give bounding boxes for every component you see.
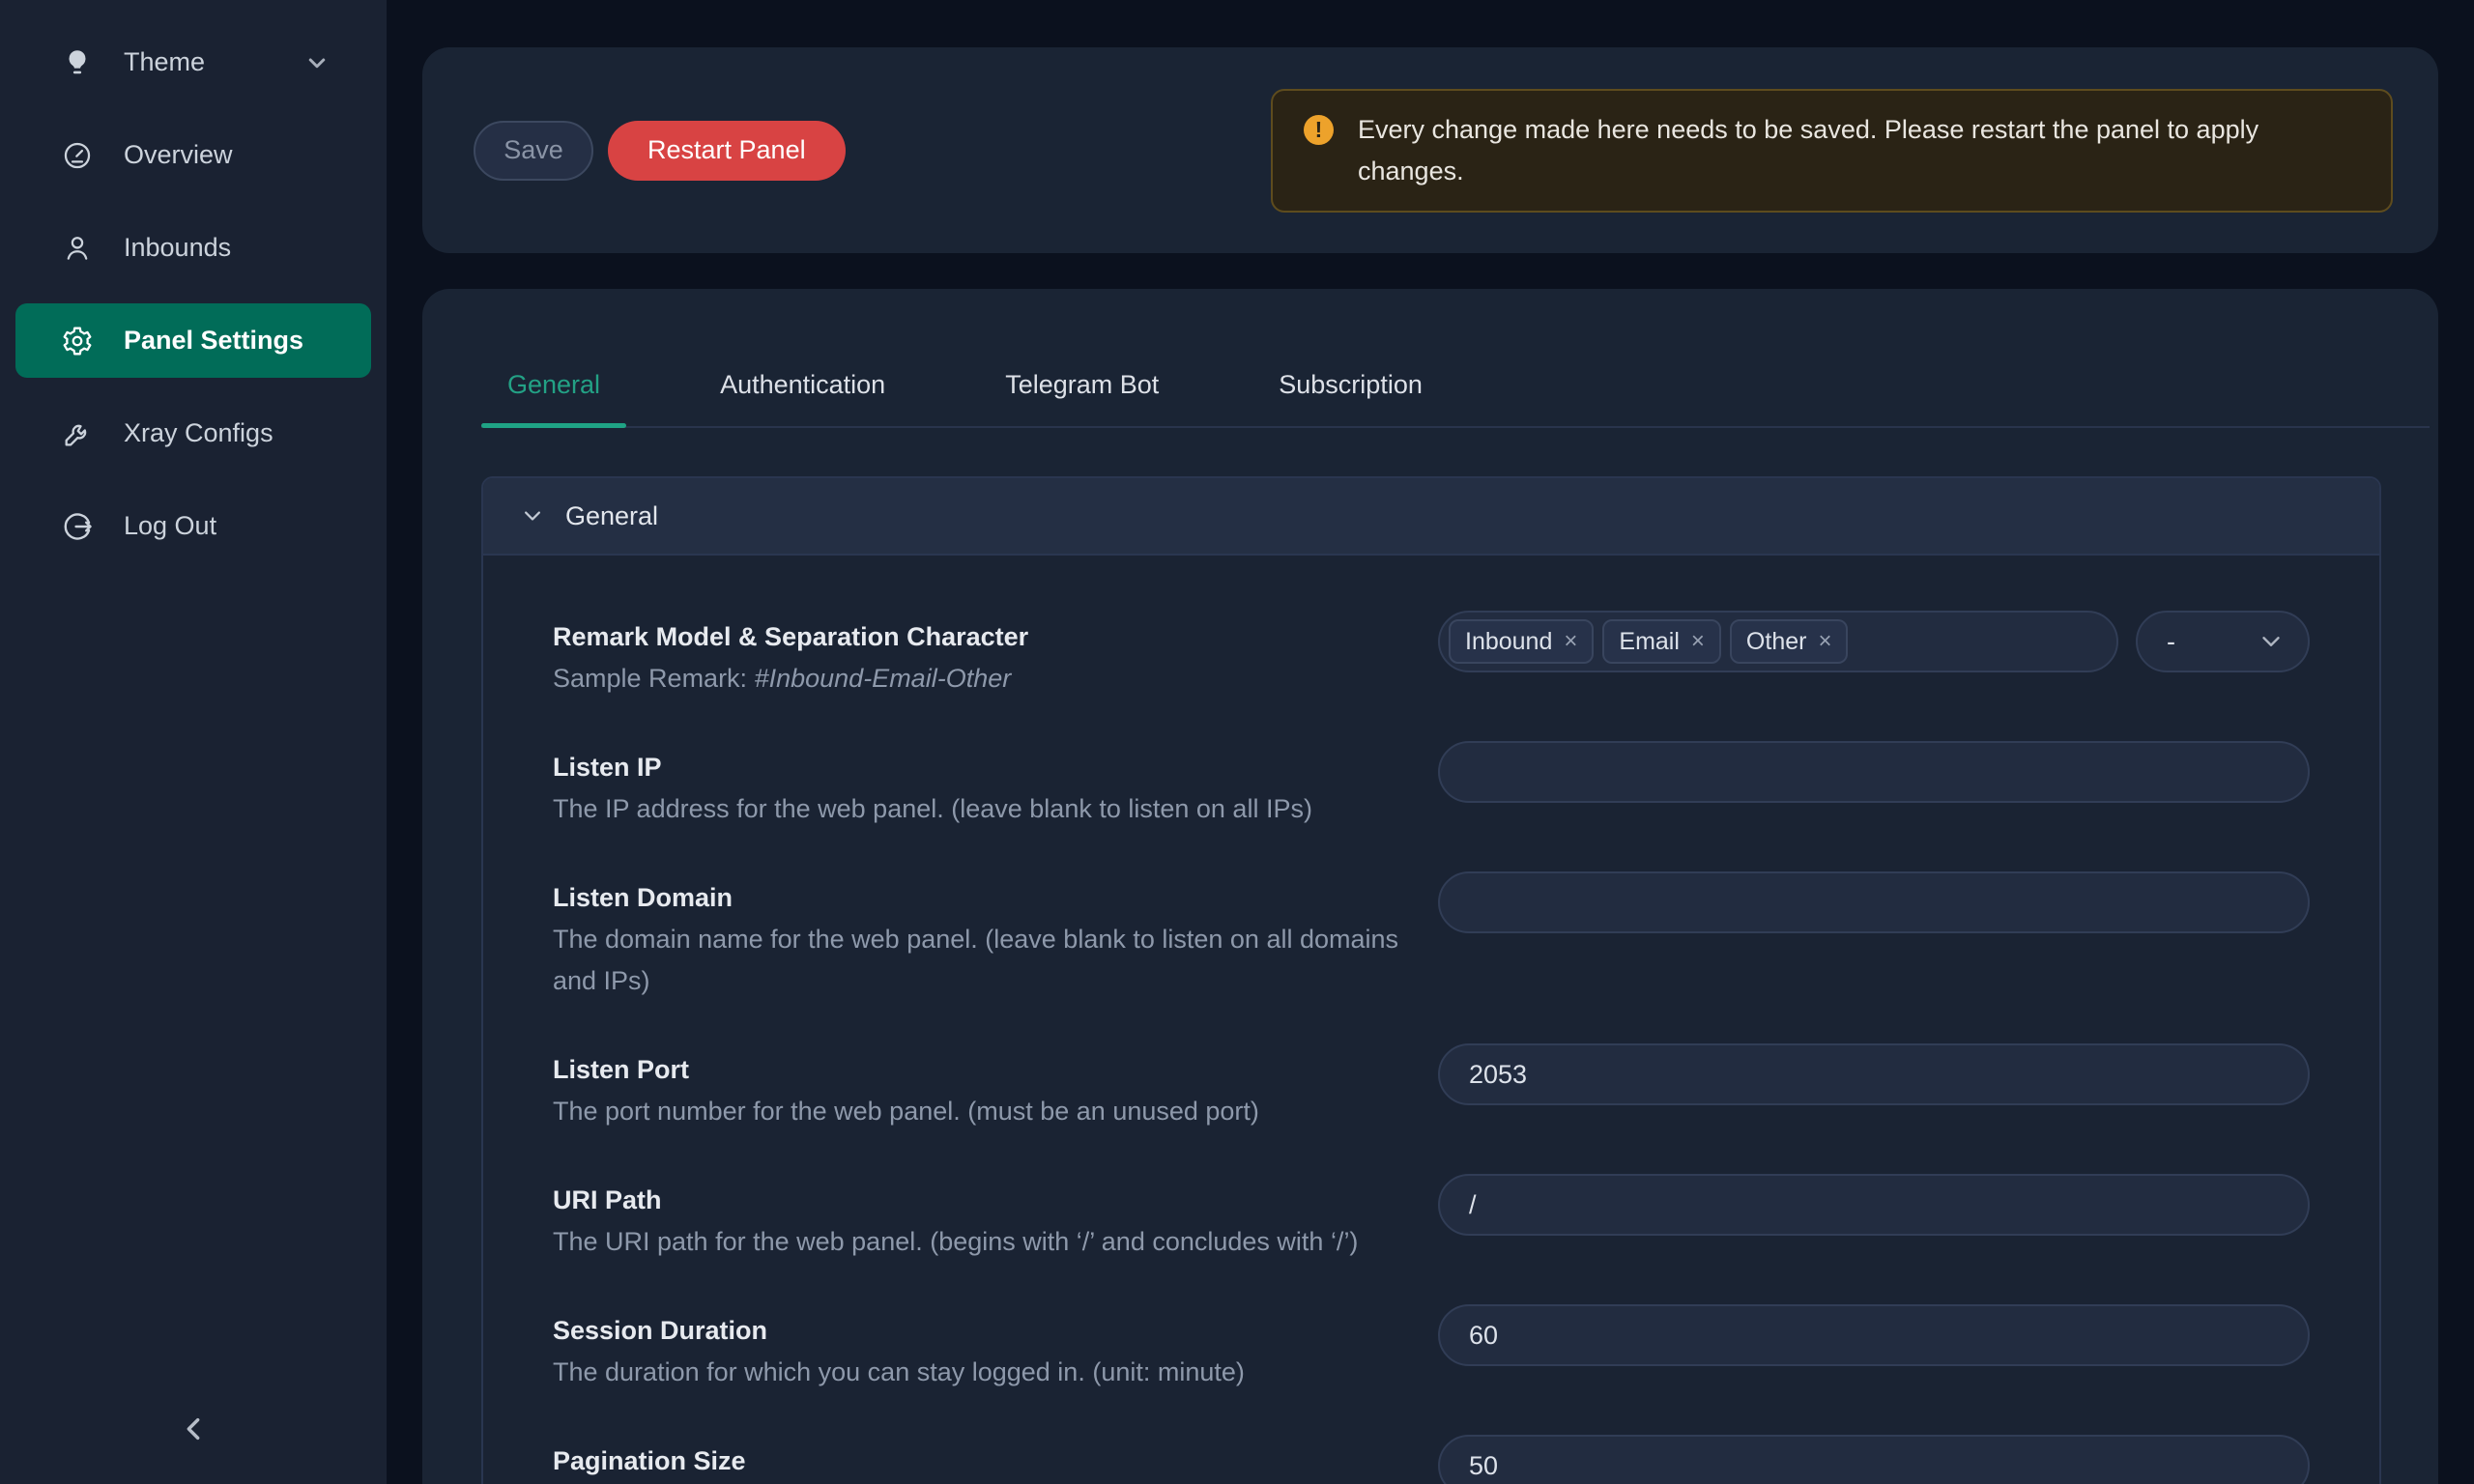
tab-telegram-bot[interactable]: Telegram Bot xyxy=(979,370,1185,426)
field-control: Inbound × Email × Other × xyxy=(1438,611,2310,672)
field-label-group: Session Duration The duration for which … xyxy=(553,1309,1403,1393)
logout-icon xyxy=(60,509,95,544)
sidebar-item-label: Theme xyxy=(124,47,205,77)
tag-inbound: Inbound × xyxy=(1449,619,1594,664)
field-label: Session Duration xyxy=(553,1309,1403,1352)
panel-settings-page: Theme Overview Inbounds Panel Settings xyxy=(0,0,2474,1484)
section-title: General xyxy=(565,501,658,531)
actions-bar: Save Restart Panel ! Every change made h… xyxy=(422,47,2438,253)
sidebar-item-inbounds[interactable]: Inbounds xyxy=(15,211,371,285)
pagination-size-input[interactable] xyxy=(1438,1435,2310,1484)
warning-alert: ! Every change made here needs to be sav… xyxy=(1271,89,2393,213)
field-control xyxy=(1438,1174,2310,1236)
gear-icon xyxy=(60,324,95,358)
tab-general[interactable]: General xyxy=(481,370,626,426)
sidebar-item-xray-configs[interactable]: Xray Configs xyxy=(15,396,371,471)
sidebar-item-logout[interactable]: Log Out xyxy=(15,489,371,563)
sidebar-item-theme[interactable]: Theme xyxy=(15,25,371,100)
field-label-group: Pagination Size xyxy=(553,1440,1403,1482)
field-label-group: URI Path The URI path for the web panel.… xyxy=(553,1179,1403,1263)
field-control xyxy=(1438,1304,2310,1366)
field-label-group: Remark Model & Separation Character Samp… xyxy=(553,615,1403,699)
form-row-pagination-size: Pagination Size xyxy=(553,1440,2310,1484)
field-label-group: Listen IP The IP address for the web pan… xyxy=(553,746,1403,830)
form-row-listen-domain: Listen Domain The domain name for the we… xyxy=(553,876,2310,1002)
wrench-icon xyxy=(60,416,95,451)
restart-panel-button[interactable]: Restart Panel xyxy=(608,121,846,181)
form-row-session-duration: Session Duration The duration for which … xyxy=(553,1309,2310,1393)
chevron-down-icon xyxy=(305,51,329,74)
field-description: The URI path for the web panel. (begins … xyxy=(553,1221,1403,1263)
main-content: Save Restart Panel ! Every change made h… xyxy=(422,47,2438,1484)
chevron-left-icon xyxy=(179,1432,208,1446)
sidebar-item-label: Overview xyxy=(124,140,233,170)
listen-ip-input[interactable] xyxy=(1438,741,2310,803)
tab-subscription[interactable]: Subscription xyxy=(1252,370,1449,426)
field-description: The domain name for the web panel. (leav… xyxy=(553,919,1403,1002)
tag-label: Other xyxy=(1746,628,1807,656)
sidebar-collapse-button[interactable] xyxy=(164,1401,222,1459)
field-description: The port number for the web panel. (must… xyxy=(553,1091,1403,1132)
field-control xyxy=(1438,741,2310,803)
field-description: The IP address for the web panel. (leave… xyxy=(553,788,1403,830)
field-label: Remark Model & Separation Character xyxy=(553,615,1403,658)
remark-model-multiselect[interactable]: Inbound × Email × Other × xyxy=(1438,611,2118,672)
gauge-icon xyxy=(60,138,95,173)
sidebar-item-label: Inbounds xyxy=(124,233,231,263)
field-description: The duration for which you can stay logg… xyxy=(553,1352,1403,1393)
form-row-uri-path: URI Path The URI path for the web panel.… xyxy=(553,1179,2310,1263)
sidebar-item-panel-settings[interactable]: Panel Settings xyxy=(15,303,371,378)
listen-port-input[interactable] xyxy=(1438,1043,2310,1105)
close-icon[interactable]: × xyxy=(1691,630,1705,653)
lightbulb-icon xyxy=(60,45,95,80)
tab-authentication[interactable]: Authentication xyxy=(694,370,911,426)
field-description: Sample Remark: #Inbound-Email-Other xyxy=(553,658,1403,699)
field-control xyxy=(1438,1435,2310,1484)
field-label: Pagination Size xyxy=(553,1440,1403,1482)
field-control xyxy=(1438,1043,2310,1105)
alert-message: Every change made here needs to be saved… xyxy=(1358,109,2334,192)
sidebar: Theme Overview Inbounds Panel Settings xyxy=(0,0,387,1484)
sidebar-item-label: Panel Settings xyxy=(124,326,303,356)
form-row-listen-port: Listen Port The port number for the web … xyxy=(553,1048,2310,1132)
field-control xyxy=(1438,871,2310,933)
close-icon[interactable]: × xyxy=(1564,630,1577,653)
general-section-body: Remark Model & Separation Character Samp… xyxy=(483,556,2379,1484)
settings-tabs: General Authentication Telegram Bot Subs… xyxy=(481,289,2430,428)
tag-label: Inbound xyxy=(1465,628,1552,656)
field-label-group: Listen Port The port number for the web … xyxy=(553,1048,1403,1132)
listen-domain-input[interactable] xyxy=(1438,871,2310,933)
uri-path-input[interactable] xyxy=(1438,1174,2310,1236)
chevron-down-icon xyxy=(2259,630,2283,653)
sidebar-item-label: Xray Configs xyxy=(124,418,273,448)
form-row-remark-model: Remark Model & Separation Character Samp… xyxy=(553,615,2310,699)
tag-label: Email xyxy=(1619,628,1680,656)
close-icon[interactable]: × xyxy=(1818,630,1831,653)
sidebar-item-overview[interactable]: Overview xyxy=(15,118,371,192)
field-label: Listen IP xyxy=(553,746,1403,788)
field-label: URI Path xyxy=(553,1179,1403,1221)
general-section-header[interactable]: General xyxy=(483,478,2379,556)
tag-other: Other × xyxy=(1730,619,1849,664)
tag-email: Email × xyxy=(1602,619,1721,664)
sidebar-item-label: Log Out xyxy=(124,511,216,541)
general-section: General Remark Model & Separation Charac… xyxy=(481,476,2381,1484)
field-label-group: Listen Domain The domain name for the we… xyxy=(553,876,1403,1002)
user-icon xyxy=(60,231,95,266)
chevron-down-icon xyxy=(522,505,543,527)
session-duration-input[interactable] xyxy=(1438,1304,2310,1366)
save-button[interactable]: Save xyxy=(474,121,593,181)
form-row-listen-ip: Listen IP The IP address for the web pan… xyxy=(553,746,2310,830)
field-label: Listen Domain xyxy=(553,876,1403,919)
field-label: Listen Port xyxy=(553,1048,1403,1091)
separator-select[interactable]: - xyxy=(2136,611,2310,672)
warning-icon: ! xyxy=(1304,115,1334,145)
settings-card: General Authentication Telegram Bot Subs… xyxy=(422,289,2438,1484)
separator-value: - xyxy=(2167,627,2175,657)
